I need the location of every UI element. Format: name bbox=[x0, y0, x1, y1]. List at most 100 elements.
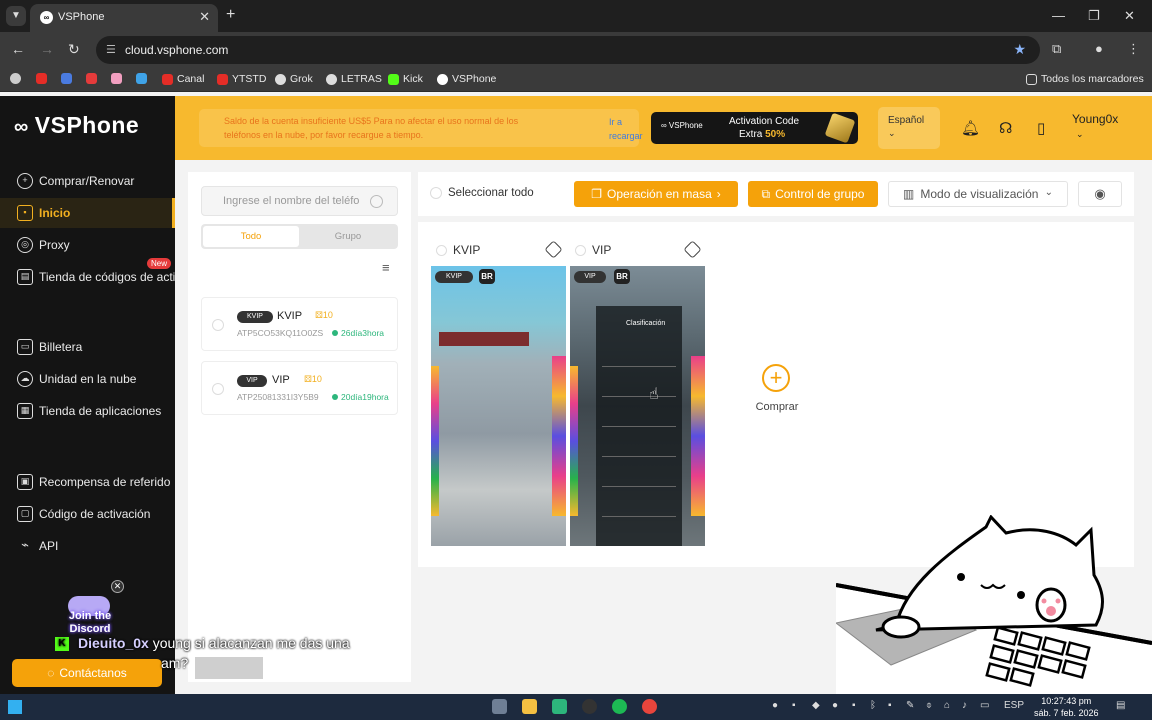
device-item-kvip[interactable]: KVIP KVIP ⚄10 ATP5CO53KQ11O0ZS 26día3hor… bbox=[201, 297, 398, 351]
forward-icon[interactable]: → bbox=[40, 41, 54, 57]
extensions-icon[interactable]: ⧉ bbox=[1052, 41, 1061, 57]
sort-icon[interactable]: ≡ bbox=[382, 260, 390, 275]
vsphone-logo[interactable]: ∞ VSPhone bbox=[14, 112, 139, 139]
phone-screen[interactable]: VIP BR Clasificación bbox=[570, 266, 705, 546]
bookmark-app[interactable] bbox=[61, 73, 72, 84]
tray-app-icon[interactable]: ▪ bbox=[792, 700, 796, 711]
mic-icon[interactable]: ⌽ bbox=[926, 700, 932, 711]
url-field[interactable]: ☰ cloud.vsphone.com ★ bbox=[96, 36, 1040, 64]
sidebar-item-proxy[interactable]: ◎ Proxy bbox=[0, 230, 175, 260]
recharge-link[interactable]: Ir a recargar bbox=[609, 115, 649, 143]
minimize-icon[interactable]: — bbox=[1052, 8, 1065, 23]
bookmark-star-icon[interactable]: ★ bbox=[1013, 41, 1026, 58]
top-banner: Saldo de la cuenta insuficiente US$5 Par… bbox=[175, 96, 1152, 160]
windows-start-icon[interactable] bbox=[8, 700, 22, 714]
pen-icon[interactable]: ✎ bbox=[906, 700, 914, 711]
tab-todo[interactable]: Todo bbox=[203, 226, 299, 247]
bookmark-ytstd[interactable]: YTSTD bbox=[217, 73, 266, 85]
obs-icon[interactable] bbox=[582, 699, 597, 714]
close-window-icon[interactable]: ✕ bbox=[1124, 8, 1135, 24]
settings-icon[interactable] bbox=[683, 240, 702, 259]
tray-spotify-icon[interactable]: ● bbox=[772, 700, 778, 711]
select-all[interactable]: Seleccionar todo bbox=[430, 187, 534, 199]
volume-icon[interactable]: ♪ bbox=[962, 700, 967, 711]
select-all-checkbox[interactable] bbox=[430, 187, 442, 199]
close-icon[interactable]: ✕ bbox=[111, 580, 124, 593]
tab-search-icon[interactable]: ▼ bbox=[6, 6, 26, 26]
settings-icon[interactable] bbox=[544, 240, 563, 259]
visibility-button[interactable]: ◉ bbox=[1078, 181, 1122, 207]
headset-icon[interactable]: ☊ bbox=[999, 119, 1012, 137]
tab-grupo[interactable]: Grupo bbox=[300, 226, 396, 247]
phone-card-vip[interactable]: VIP VIP BR Clasificación bbox=[570, 235, 705, 546]
sidebar-item-inicio[interactable]: ▪ Inicio bbox=[0, 198, 175, 228]
bookmark-chatgpt[interactable] bbox=[10, 73, 21, 84]
browser-tab[interactable]: ∞ VSPhone ✕ bbox=[30, 4, 218, 32]
network-icon[interactable]: ⌂ bbox=[944, 700, 950, 711]
tray-discord-icon[interactable]: ◆ bbox=[812, 700, 820, 711]
spotify-icon[interactable] bbox=[612, 699, 627, 714]
group-control-button[interactable]: ⧉ Control de grupo bbox=[748, 181, 878, 207]
device-id: ATP25081331I3Y5B9 bbox=[237, 392, 319, 402]
phone-name: VIP bbox=[592, 243, 612, 257]
new-tab-button[interactable]: + bbox=[226, 6, 235, 24]
phone-card-kvip[interactable]: KVIP KVIP BR bbox=[431, 235, 566, 546]
app-icon[interactable] bbox=[552, 699, 567, 714]
search-input[interactable]: Ingrese el nombre del teléfo bbox=[201, 186, 398, 216]
sidebar-item-comprar[interactable]: + Comprar/Renovar bbox=[0, 166, 175, 196]
chrome-icon[interactable] bbox=[642, 699, 657, 714]
bookmark-red[interactable] bbox=[86, 73, 97, 84]
language-indicator[interactable]: ESP bbox=[1004, 700, 1024, 711]
bulk-operation-button[interactable]: ❐ Operación en masa › bbox=[574, 181, 738, 207]
view-mode-select[interactable]: ▥ Modo de visualización ⌄ bbox=[888, 181, 1068, 207]
tray-chrome-icon[interactable]: ● bbox=[832, 700, 838, 711]
bluetooth-icon[interactable]: ᛒ bbox=[870, 700, 876, 711]
bookmark-pink[interactable] bbox=[111, 73, 122, 84]
phone-checkbox[interactable] bbox=[436, 244, 447, 256]
logo-text: VSPhone bbox=[34, 112, 140, 138]
all-bookmarks-label: Todos los marcadores bbox=[1041, 73, 1144, 85]
bookmark-canal[interactable]: Canal bbox=[162, 73, 204, 85]
reload-icon[interactable]: ↻ bbox=[68, 41, 80, 58]
profile-avatar-icon[interactable]: ● bbox=[1095, 41, 1103, 56]
bookmark-youtube[interactable] bbox=[36, 73, 47, 84]
sidebar-item-codigo-activacion[interactable]: ▢ Código de activación bbox=[0, 499, 175, 529]
device-radio[interactable] bbox=[212, 383, 224, 395]
bookmark-grok[interactable]: Grok bbox=[275, 73, 313, 85]
search-icon[interactable] bbox=[370, 195, 383, 208]
all-bookmarks[interactable]: Todos los marcadores bbox=[1026, 73, 1144, 85]
activation-code-promo[interactable]: ∞ VSPhone Activation Code Extra 50% bbox=[651, 112, 858, 144]
sidebar-item-billetera[interactable]: ▭ Billetera bbox=[0, 332, 175, 362]
user-menu[interactable]: Young0x ⌄ bbox=[1072, 112, 1118, 140]
device-item-vip[interactable]: VIP VIP ⚄10 ATP25081331I3Y5B9 20día19hor… bbox=[201, 361, 398, 415]
tray-app-icon[interactable]: ▪ bbox=[852, 700, 856, 711]
bell-icon[interactable]: 🔔︎ bbox=[961, 119, 980, 137]
sidebar-item-tienda-codigos[interactable]: ▤ Tienda de códigos de activa New bbox=[0, 258, 175, 292]
phone-screen[interactable]: KVIP BR bbox=[431, 266, 566, 546]
buy-phone-card[interactable]: + Comprar bbox=[711, 235, 843, 546]
phone-checkbox[interactable] bbox=[575, 244, 586, 256]
bookmark-letras[interactable]: LETRAS bbox=[326, 73, 382, 85]
sidebar-item-recompensa[interactable]: ▣ Recompensa de referido bbox=[0, 467, 175, 497]
bookmark-kick[interactable]: Kick bbox=[388, 73, 423, 85]
sidebar-item-unidad-nube[interactable]: ☁ Unidad en la nube bbox=[0, 364, 175, 394]
language-select[interactable]: Español ⌄ bbox=[878, 107, 940, 149]
bookmark-blue[interactable] bbox=[136, 73, 147, 84]
taskview-icon[interactable] bbox=[492, 699, 507, 714]
discord-widget[interactable]: Join the Discord ✕ bbox=[60, 580, 124, 638]
device-radio[interactable] bbox=[212, 319, 224, 331]
bookmark-vsphone[interactable]: VSPhone bbox=[437, 73, 496, 85]
sidebar-item-api[interactable]: ⌁ API bbox=[0, 531, 175, 561]
sidebar-item-tienda-apps[interactable]: ▦ Tienda de aplicaciones bbox=[0, 396, 175, 426]
close-tab-icon[interactable]: ✕ bbox=[199, 9, 210, 25]
battery-icon[interactable]: ▭ bbox=[980, 700, 989, 711]
notifications-icon[interactable]: ▤ bbox=[1116, 700, 1125, 711]
phone-download-icon[interactable]: ▯ bbox=[1037, 119, 1045, 137]
taskbar-clock[interactable]: 10:27:43 pm sáb. 7 feb. 2026 bbox=[1034, 695, 1099, 719]
site-info-icon[interactable]: ☰ bbox=[106, 43, 116, 56]
back-icon[interactable]: ← bbox=[11, 41, 25, 57]
tray-app-icon[interactable]: ▪ bbox=[888, 700, 892, 711]
restore-icon[interactable]: ❐ bbox=[1088, 8, 1100, 24]
menu-dots-icon[interactable]: ⋮ bbox=[1127, 41, 1140, 57]
file-explorer-icon[interactable] bbox=[522, 699, 537, 714]
